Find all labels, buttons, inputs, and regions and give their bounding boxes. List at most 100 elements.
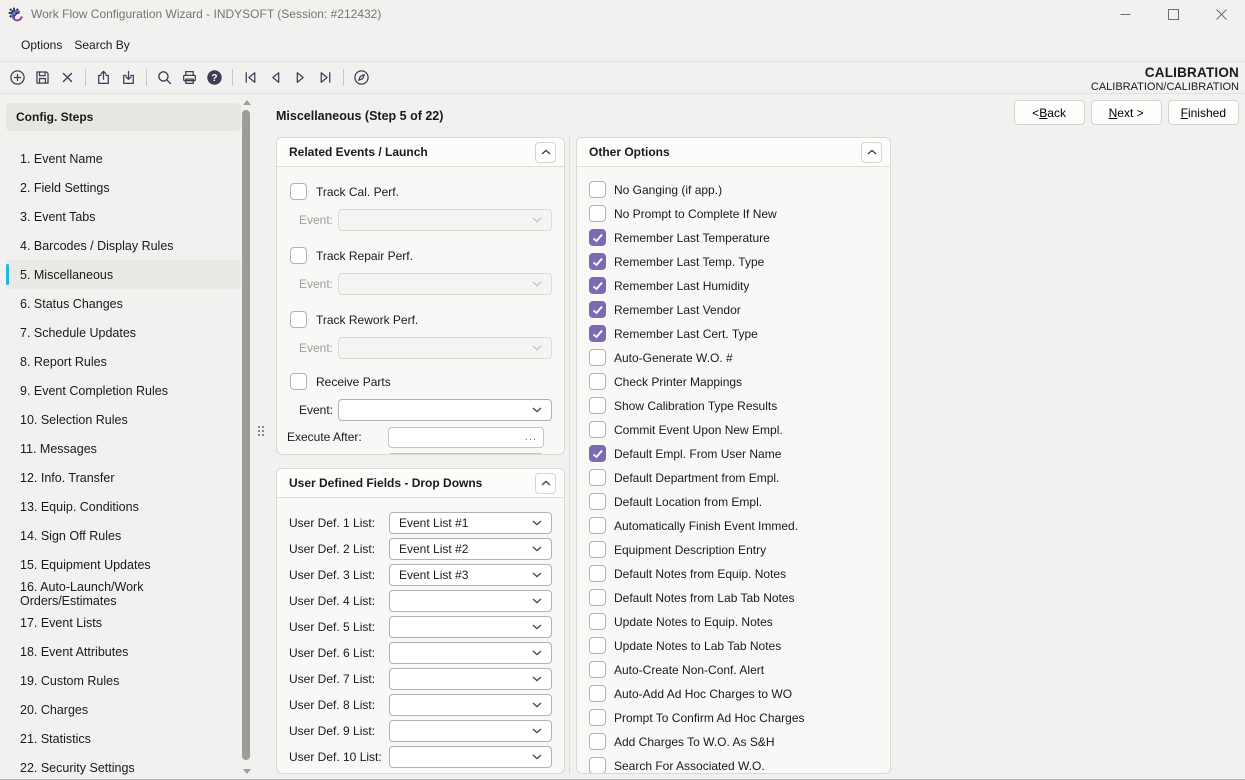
udf-label: User Def. 9 List: bbox=[289, 724, 384, 738]
checkbox[interactable] bbox=[589, 469, 606, 486]
minimize-icon[interactable] bbox=[1101, 0, 1149, 28]
collapse-icon[interactable] bbox=[535, 473, 556, 494]
event-dropdown[interactable] bbox=[338, 399, 552, 421]
udf-dropdown[interactable] bbox=[389, 694, 552, 716]
sidebar-step-item[interactable]: 20. Charges bbox=[6, 695, 241, 724]
checkbox[interactable] bbox=[589, 565, 606, 582]
scroll-up-icon[interactable] bbox=[243, 100, 251, 105]
sidebar-step-item[interactable]: 12. Info. Transfer bbox=[6, 463, 241, 492]
checkbox[interactable] bbox=[290, 183, 307, 200]
sidebar-step-item[interactable]: 1. Event Name bbox=[6, 144, 241, 173]
last-record-icon[interactable] bbox=[313, 65, 338, 91]
dropdown-value: Event List #3 bbox=[399, 568, 468, 582]
delete-icon[interactable] bbox=[55, 65, 80, 91]
scroll-down-icon[interactable] bbox=[243, 769, 251, 774]
sidebar-step-item[interactable]: 15. Equipment Updates bbox=[6, 550, 241, 579]
udf-dropdown[interactable]: Event List #3 bbox=[389, 564, 552, 586]
first-record-icon[interactable] bbox=[238, 65, 263, 91]
previous-record-icon[interactable] bbox=[263, 65, 288, 91]
sidebar-step-item[interactable]: 10. Selection Rules bbox=[6, 405, 241, 434]
udf-dropdown[interactable] bbox=[389, 746, 552, 768]
page-title: Miscellaneous (Step 5 of 22) bbox=[276, 109, 443, 123]
sidebar-step-item[interactable]: 7. Schedule Updates bbox=[6, 318, 241, 347]
checkbox[interactable] bbox=[589, 301, 606, 318]
checkbox[interactable] bbox=[589, 253, 606, 270]
sidebar-step-item[interactable]: 4. Barcodes / Display Rules bbox=[6, 231, 241, 260]
checkbox[interactable] bbox=[589, 493, 606, 510]
checkbox[interactable] bbox=[589, 349, 606, 366]
checkbox[interactable] bbox=[589, 589, 606, 606]
next-button[interactable]: Next > bbox=[1091, 100, 1162, 125]
udf-dropdown[interactable]: Event List #2 bbox=[389, 538, 552, 560]
export-icon[interactable] bbox=[91, 65, 116, 91]
close-icon[interactable] bbox=[1197, 0, 1245, 28]
execute-before-field[interactable]: ... bbox=[388, 453, 544, 456]
sidebar-step-item[interactable]: 22. Security Settings bbox=[6, 753, 241, 780]
sidebar-step-item[interactable]: 18. Event Attributes bbox=[6, 637, 241, 666]
checkbox[interactable] bbox=[589, 205, 606, 222]
checkbox-label: Default Department from Empl. bbox=[614, 471, 779, 485]
sidebar-step-item[interactable]: 3. Event Tabs bbox=[6, 202, 241, 231]
checkbox-label: Commit Event Upon New Empl. bbox=[614, 423, 783, 437]
udf-dropdown[interactable] bbox=[389, 668, 552, 690]
checkbox[interactable] bbox=[589, 373, 606, 390]
menu-options[interactable]: Options bbox=[21, 34, 62, 56]
menu-search-by[interactable]: Search By bbox=[74, 34, 129, 56]
checkbox[interactable] bbox=[589, 325, 606, 342]
import-icon[interactable] bbox=[116, 65, 141, 91]
sidebar-step-item[interactable]: 19. Custom Rules bbox=[6, 666, 241, 695]
navigate-icon[interactable] bbox=[349, 65, 374, 91]
udf-dropdown[interactable] bbox=[389, 616, 552, 638]
sidebar-step-item[interactable]: 13. Equip. Conditions bbox=[6, 492, 241, 521]
sidebar-step-item[interactable]: 6. Status Changes bbox=[6, 289, 241, 318]
checkbox-label: Default Location from Empl. bbox=[614, 495, 762, 509]
checkbox[interactable] bbox=[589, 181, 606, 198]
collapse-icon[interactable] bbox=[535, 142, 556, 163]
udf-dropdown[interactable] bbox=[389, 720, 552, 742]
search-icon[interactable] bbox=[152, 65, 177, 91]
udf-dropdown[interactable] bbox=[389, 590, 552, 612]
checkbox[interactable] bbox=[290, 247, 307, 264]
checkbox[interactable] bbox=[589, 709, 606, 726]
udf-dropdown[interactable] bbox=[389, 642, 552, 664]
finished-button[interactable]: Finished bbox=[1168, 100, 1239, 125]
checkbox[interactable] bbox=[589, 685, 606, 702]
next-record-icon[interactable] bbox=[288, 65, 313, 91]
udf-dropdown[interactable]: Event List #1 bbox=[389, 512, 552, 534]
sidebar-step-item[interactable]: 21. Statistics bbox=[6, 724, 241, 753]
splitter-grip-icon[interactable] bbox=[258, 426, 264, 436]
checkbox[interactable] bbox=[589, 661, 606, 678]
checkbox[interactable] bbox=[290, 311, 307, 328]
sidebar-step-item[interactable]: 14. Sign Off Rules bbox=[6, 521, 241, 550]
collapse-icon[interactable] bbox=[861, 142, 882, 163]
checkbox[interactable] bbox=[589, 517, 606, 534]
checkbox[interactable] bbox=[589, 733, 606, 750]
maximize-icon[interactable] bbox=[1149, 0, 1197, 28]
checkbox[interactable] bbox=[589, 613, 606, 630]
sidebar-step-item[interactable]: 9. Event Completion Rules bbox=[6, 376, 241, 405]
checkbox[interactable] bbox=[589, 637, 606, 654]
checkbox[interactable] bbox=[589, 541, 606, 558]
checkbox[interactable] bbox=[589, 229, 606, 246]
save-icon[interactable] bbox=[30, 65, 55, 91]
print-icon[interactable] bbox=[177, 65, 202, 91]
sidebar-step-item[interactable]: 5. Miscellaneous bbox=[6, 260, 241, 289]
checkbox[interactable] bbox=[589, 445, 606, 462]
checkbox[interactable] bbox=[589, 757, 606, 774]
ellipsis-button[interactable]: ... bbox=[525, 431, 537, 443]
execute-after-field[interactable]: ... bbox=[388, 427, 544, 448]
help-icon[interactable]: ? bbox=[202, 65, 227, 91]
checkbox[interactable] bbox=[589, 397, 606, 414]
sidebar-step-item[interactable]: 2. Field Settings bbox=[6, 173, 241, 202]
sidebar-step-item[interactable]: 8. Report Rules bbox=[6, 347, 241, 376]
back-button[interactable]: < Back bbox=[1014, 100, 1085, 125]
chevron-down-icon bbox=[532, 572, 542, 578]
add-icon[interactable] bbox=[5, 65, 30, 91]
sidebar-step-item[interactable]: 17. Event Lists bbox=[6, 608, 241, 637]
checkbox[interactable] bbox=[589, 421, 606, 438]
checkbox[interactable] bbox=[589, 277, 606, 294]
scrollbar-thumb[interactable] bbox=[242, 110, 250, 760]
sidebar-step-item[interactable]: 11. Messages bbox=[6, 434, 241, 463]
sidebar-step-item[interactable]: 16. Auto-Launch/Work Orders/Estimates bbox=[6, 579, 241, 608]
checkbox[interactable] bbox=[290, 373, 307, 390]
